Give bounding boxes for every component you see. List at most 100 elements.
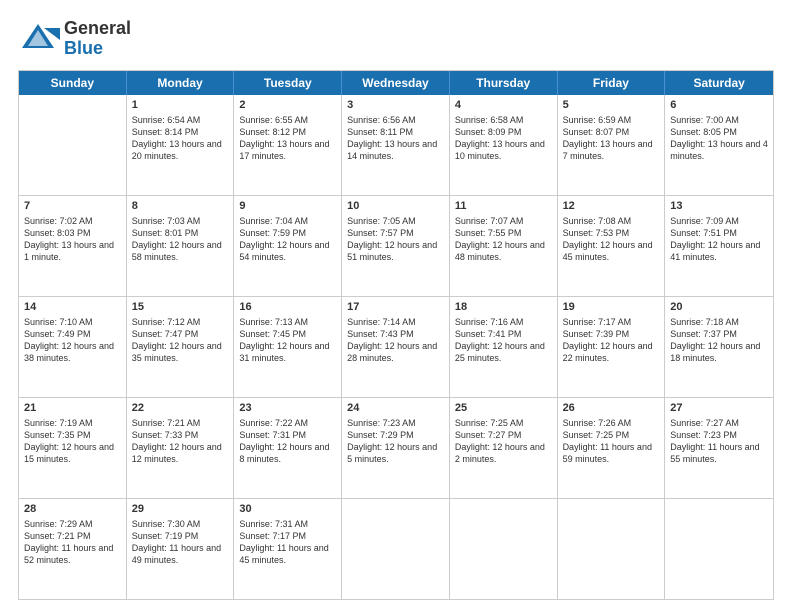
day-info: Sunrise: 6:59 AM Sunset: 8:07 PM Dayligh… xyxy=(563,114,660,163)
header: General Blue xyxy=(18,18,774,60)
calendar-day-24: 24 Sunrise: 7:23 AM Sunset: 7:29 PM Dayli… xyxy=(342,398,450,498)
calendar-day-8: 8Sunrise: 7:03 AM Sunset: 8:01 PM Daylig… xyxy=(127,196,235,296)
day-number: 6 xyxy=(670,99,768,111)
day-info: Sunrise: 7:14 AM Sunset: 7:43 PM Dayligh… xyxy=(347,316,444,365)
day-info: Sunrise: 7:05 AM Sunset: 7:57 PM Dayligh… xyxy=(347,215,444,264)
logo: General Blue xyxy=(18,18,131,60)
day-number: 2 xyxy=(239,99,336,111)
day-info: Sunrise: 7:10 AM Sunset: 7:49 PM Dayligh… xyxy=(24,316,121,365)
calendar-day-25: 25Sunrise: 7:25 AM Sunset: 7:27 PM Dayli… xyxy=(450,398,558,498)
day-header-friday: Friday xyxy=(558,71,666,95)
day-info: Sunrise: 7:21 AM Sunset: 7:33 PM Dayligh… xyxy=(132,417,229,466)
calendar-day-13: 13 Sunrise: 7:09 AM Sunset: 7:51 PM Dayli… xyxy=(665,196,773,296)
day-info: Sunrise: 7:02 AM Sunset: 8:03 PM Dayligh… xyxy=(24,215,121,264)
calendar-day-28: 28 Sunrise: 7:29 AM Sunset: 7:21 PM Dayli… xyxy=(19,499,127,599)
day-info: Sunrise: 7:22 AM Sunset: 7:31 PM Dayligh… xyxy=(239,417,336,466)
day-number: 18 xyxy=(455,301,552,313)
day-info: Sunrise: 6:55 AM Sunset: 8:12 PM Dayligh… xyxy=(239,114,336,163)
page: General Blue SundayMondayTuesdayWednesda… xyxy=(0,0,792,612)
calendar-day-6: 6 Sunrise: 7:00 AM Sunset: 8:05 PM Daylig… xyxy=(665,95,773,195)
day-info: Sunrise: 7:08 AM Sunset: 7:53 PM Dayligh… xyxy=(563,215,660,264)
day-number: 13 xyxy=(670,200,768,212)
calendar-day-18: 18 Sunrise: 7:16 AM Sunset: 7:41 PM Dayli… xyxy=(450,297,558,397)
calendar-day-29: 29Sunrise: 7:30 AM Sunset: 7:19 PM Dayli… xyxy=(127,499,235,599)
day-number: 12 xyxy=(563,200,660,212)
calendar-day-10: 10 Sunrise: 7:05 AM Sunset: 7:57 PM Dayli… xyxy=(342,196,450,296)
day-number: 20 xyxy=(670,301,768,313)
day-number: 8 xyxy=(132,200,229,212)
day-info: Sunrise: 7:00 AM Sunset: 8:05 PM Dayligh… xyxy=(670,114,768,163)
day-number: 9 xyxy=(239,200,336,212)
day-number: 27 xyxy=(670,402,768,414)
day-number: 1 xyxy=(132,99,229,111)
day-number: 19 xyxy=(563,301,660,313)
calendar-day-11: 11 Sunrise: 7:07 AM Sunset: 7:55 PM Dayli… xyxy=(450,196,558,296)
calendar-row-1: 1 Sunrise: 6:54 AM Sunset: 8:14 PM Daylig… xyxy=(19,95,773,195)
day-info: Sunrise: 7:26 AM Sunset: 7:25 PM Dayligh… xyxy=(563,417,660,466)
calendar-day-27: 27 Sunrise: 7:27 AM Sunset: 7:23 PM Dayli… xyxy=(665,398,773,498)
day-header-sunday: Sunday xyxy=(19,71,127,95)
day-header-saturday: Saturday xyxy=(665,71,773,95)
day-number: 28 xyxy=(24,503,121,515)
day-header-tuesday: Tuesday xyxy=(234,71,342,95)
day-number: 15 xyxy=(132,301,229,313)
calendar-day-30: 30 Sunrise: 7:31 AM Sunset: 7:17 PM Dayli… xyxy=(234,499,342,599)
day-number: 30 xyxy=(239,503,336,515)
calendar-day-3: 3 Sunrise: 6:56 AM Sunset: 8:11 PM Daylig… xyxy=(342,95,450,195)
day-number: 23 xyxy=(239,402,336,414)
day-info: Sunrise: 7:19 AM Sunset: 7:35 PM Dayligh… xyxy=(24,417,121,466)
calendar-day-22: 22 Sunrise: 7:21 AM Sunset: 7:33 PM Dayli… xyxy=(127,398,235,498)
day-number: 16 xyxy=(239,301,336,313)
calendar-day-4: 4Sunrise: 6:58 AM Sunset: 8:09 PM Daylig… xyxy=(450,95,558,195)
calendar-day-19: 19 Sunrise: 7:17 AM Sunset: 7:39 PM Dayli… xyxy=(558,297,666,397)
day-info: Sunrise: 6:56 AM Sunset: 8:11 PM Dayligh… xyxy=(347,114,444,163)
calendar-row-2: 7 Sunrise: 7:02 AM Sunset: 8:03 PM Daylig… xyxy=(19,195,773,296)
calendar-row-5: 28 Sunrise: 7:29 AM Sunset: 7:21 PM Dayli… xyxy=(19,498,773,599)
calendar-day-5: 5 Sunrise: 6:59 AM Sunset: 8:07 PM Daylig… xyxy=(558,95,666,195)
day-info: Sunrise: 7:13 AM Sunset: 7:45 PM Dayligh… xyxy=(239,316,336,365)
calendar-header: SundayMondayTuesdayWednesdayThursdayFrid… xyxy=(19,71,773,95)
day-info: Sunrise: 7:09 AM Sunset: 7:51 PM Dayligh… xyxy=(670,215,768,264)
logo-text: General Blue xyxy=(64,19,131,59)
calendar-day-14: 14 Sunrise: 7:10 AM Sunset: 7:49 PM Dayli… xyxy=(19,297,127,397)
calendar: SundayMondayTuesdayWednesdayThursdayFrid… xyxy=(18,70,774,600)
day-number: 7 xyxy=(24,200,121,212)
calendar-day-empty xyxy=(665,499,773,599)
day-number: 17 xyxy=(347,301,444,313)
logo-svg xyxy=(18,18,60,60)
calendar-day-21: 21Sunrise: 7:19 AM Sunset: 7:35 PM Dayli… xyxy=(19,398,127,498)
day-info: Sunrise: 7:27 AM Sunset: 7:23 PM Dayligh… xyxy=(670,417,768,466)
calendar-day-empty xyxy=(342,499,450,599)
calendar-day-7: 7 Sunrise: 7:02 AM Sunset: 8:03 PM Daylig… xyxy=(19,196,127,296)
calendar-body: 1 Sunrise: 6:54 AM Sunset: 8:14 PM Daylig… xyxy=(19,95,773,599)
logo-general-text: General xyxy=(64,19,131,39)
day-number: 10 xyxy=(347,200,444,212)
day-number: 24 xyxy=(347,402,444,414)
day-info: Sunrise: 7:12 AM Sunset: 7:47 PM Dayligh… xyxy=(132,316,229,365)
day-info: Sunrise: 6:54 AM Sunset: 8:14 PM Dayligh… xyxy=(132,114,229,163)
day-info: Sunrise: 7:07 AM Sunset: 7:55 PM Dayligh… xyxy=(455,215,552,264)
day-info: Sunrise: 7:16 AM Sunset: 7:41 PM Dayligh… xyxy=(455,316,552,365)
calendar-day-17: 17 Sunrise: 7:14 AM Sunset: 7:43 PM Dayli… xyxy=(342,297,450,397)
calendar-day-26: 26 Sunrise: 7:26 AM Sunset: 7:25 PM Dayli… xyxy=(558,398,666,498)
calendar-day-1: 1 Sunrise: 6:54 AM Sunset: 8:14 PM Daylig… xyxy=(127,95,235,195)
day-number: 14 xyxy=(24,301,121,313)
calendar-day-12: 12 Sunrise: 7:08 AM Sunset: 7:53 PM Dayli… xyxy=(558,196,666,296)
day-number: 3 xyxy=(347,99,444,111)
day-info: Sunrise: 7:31 AM Sunset: 7:17 PM Dayligh… xyxy=(239,518,336,567)
day-number: 5 xyxy=(563,99,660,111)
day-info: Sunrise: 7:23 AM Sunset: 7:29 PM Dayligh… xyxy=(347,417,444,466)
day-number: 22 xyxy=(132,402,229,414)
day-number: 11 xyxy=(455,200,552,212)
calendar-day-15: 15 Sunrise: 7:12 AM Sunset: 7:47 PM Dayli… xyxy=(127,297,235,397)
day-info: Sunrise: 7:29 AM Sunset: 7:21 PM Dayligh… xyxy=(24,518,121,567)
day-number: 29 xyxy=(132,503,229,515)
day-info: Sunrise: 7:17 AM Sunset: 7:39 PM Dayligh… xyxy=(563,316,660,365)
calendar-day-empty xyxy=(19,95,127,195)
calendar-row-3: 14 Sunrise: 7:10 AM Sunset: 7:49 PM Dayli… xyxy=(19,296,773,397)
day-number: 25 xyxy=(455,402,552,414)
day-header-wednesday: Wednesday xyxy=(342,71,450,95)
logo-blue-text: Blue xyxy=(64,39,131,59)
day-header-thursday: Thursday xyxy=(450,71,558,95)
day-number: 26 xyxy=(563,402,660,414)
